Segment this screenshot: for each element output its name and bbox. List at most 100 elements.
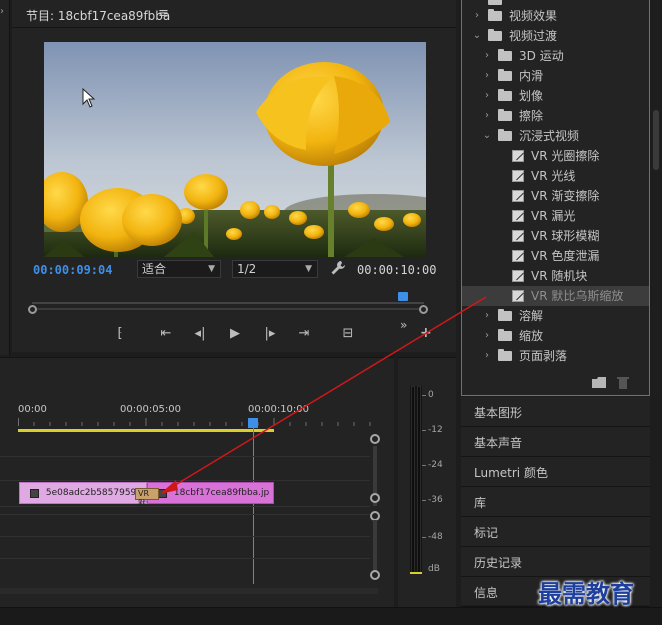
go-to-in-icon[interactable]: ⇤ [155, 325, 177, 343]
effects-folder-3d-motion[interactable]: › 3D 运动 [462, 46, 649, 66]
double-chevron-icon[interactable]: » [400, 318, 407, 332]
effects-item-label: VR 随机块 [531, 269, 588, 283]
transition-badge[interactable]: VR 默 [135, 488, 159, 508]
folder-icon [498, 69, 512, 81]
left-panel-edge: › [0, 0, 10, 355]
playhead-marker[interactable] [398, 292, 408, 301]
chevron-down-icon[interactable]: ⌄ [472, 26, 482, 46]
tulip-image [44, 42, 426, 257]
monitor-zoom-bar[interactable] [28, 305, 428, 314]
effects-folder-iris[interactable]: › 划像 [462, 86, 649, 106]
chevron-right-icon[interactable]: › [472, 6, 482, 26]
work-area-bar[interactable] [18, 429, 274, 432]
audio-meter-panel: 0 -12 -24 -36 -48 dB [398, 357, 456, 607]
folder-icon [498, 49, 512, 61]
effect-item-selected[interactable]: VR 默比乌斯缩放 [462, 286, 649, 306]
transition-icon [512, 210, 524, 222]
panel-essential-sound[interactable]: 基本声音 [461, 427, 650, 457]
effects-panel: › 视频效果 ⌄ 视频过渡 › 3D 运动 › 内滑 › 划像 › 擦除 ⌄ 沉… [461, 0, 650, 396]
effects-panel-footer [462, 372, 649, 394]
track-divider [0, 536, 370, 537]
panel-history[interactable]: 历史记录 [461, 547, 650, 577]
monitor-title[interactable]: 节目: 18cbf17cea89fbba [26, 7, 170, 24]
meter-channel-left [411, 386, 415, 574]
transport-controls: ⁅ ⇤ ◂| ▶ |▸ ⇥ ⊟ [12, 323, 456, 345]
track-scroll-handle[interactable] [370, 493, 380, 503]
chevron-right-icon[interactable]: › [482, 46, 492, 66]
go-to-out-icon[interactable]: ⇥ [293, 325, 315, 343]
panel-label: 基本声音 [474, 436, 523, 450]
resolution-select-value: 1/2 [237, 262, 257, 276]
effects-panel-scrollbar[interactable] [652, 0, 660, 396]
effects-item-label: 缩放 [519, 329, 544, 343]
zoom-track[interactable] [34, 308, 422, 310]
effects-folder-page-peel[interactable]: › 页面剥落 [462, 346, 649, 366]
db-tick [422, 465, 426, 466]
track-scroll-handle[interactable] [370, 434, 380, 444]
effect-item[interactable]: VR 光圈擦除 [462, 146, 649, 166]
video-preview[interactable] [44, 42, 426, 257]
transition-icon [512, 250, 524, 262]
effects-folder-dissolve[interactable]: › 溶解 [462, 306, 649, 326]
chevron-right-icon[interactable]: › [482, 86, 492, 106]
trash-icon[interactable] [617, 376, 629, 389]
ruler-label: 00:00 [18, 404, 47, 415]
wrench-icon[interactable] [330, 260, 346, 276]
meter-peak-right [416, 572, 422, 574]
chevron-right-icon[interactable]: › [482, 106, 492, 126]
panel-lumetri-color[interactable]: Lumetri 颜色 [461, 457, 650, 487]
effects-folder-video-effects[interactable]: › 视频效果 [462, 6, 649, 26]
audio-tracks-scrollbar[interactable] [373, 520, 377, 572]
effect-item[interactable]: VR 球形模糊 [462, 226, 649, 246]
panel-markers[interactable]: 标记 [461, 517, 650, 547]
current-timecode[interactable]: 00:00:09:04 [33, 263, 112, 277]
chevron-right-icon[interactable]: › [482, 306, 492, 326]
chevron-right-icon[interactable]: › [0, 6, 4, 17]
chevron-right-icon[interactable]: › [482, 326, 492, 346]
panel-libraries[interactable]: 库 [461, 487, 650, 517]
transition-icon [512, 190, 524, 202]
effects-folder-slide[interactable]: › 内滑 [462, 66, 649, 86]
effects-folder-wipe[interactable]: › 擦除 [462, 106, 649, 126]
hamburger-icon[interactable]: ≡ [158, 6, 169, 21]
effect-item[interactable]: VR 色度泄漏 [462, 246, 649, 266]
step-back-icon[interactable]: ◂| [189, 325, 211, 343]
panel-essential-graphics[interactable]: 基本图形 [461, 397, 650, 427]
effect-item[interactable]: VR 漏光 [462, 206, 649, 226]
plus-icon[interactable]: + [420, 325, 432, 341]
mark-in-icon[interactable]: ⁅ [109, 325, 131, 343]
effects-item-label: VR 球形模糊 [531, 229, 600, 243]
effect-item[interactable]: VR 随机块 [462, 266, 649, 286]
video-clip[interactable]: 18cbf17cea89fbba.jp [147, 482, 274, 504]
export-frame-icon[interactable]: ⊟ [337, 325, 359, 343]
scrubber-track[interactable] [32, 302, 424, 304]
scrollbar-thumb[interactable] [653, 110, 659, 170]
folder-icon [498, 329, 512, 341]
effects-folder-immersive-video[interactable]: ⌄ 沉浸式视频 [462, 126, 649, 146]
ruler-label: 00:00:10:00 [248, 404, 310, 415]
chevron-down-icon[interactable]: ⌄ [482, 126, 492, 146]
resolution-select[interactable]: 1/2 ▼ [232, 260, 318, 278]
chevron-right-icon[interactable]: › [482, 66, 492, 86]
timeline-horizontal-scrollbar[interactable] [0, 588, 378, 594]
track-divider [0, 514, 370, 515]
video-clip[interactable]: 5e08adc2b5857959 [19, 482, 147, 504]
new-folder-icon[interactable] [592, 377, 606, 388]
db-tick [422, 537, 426, 538]
zoom-handle-left[interactable] [28, 305, 37, 314]
effects-item-label: 页面剥落 [519, 349, 568, 363]
step-forward-icon[interactable]: |▸ [259, 325, 281, 343]
effects-folder-video-transitions[interactable]: ⌄ 视频过渡 [462, 26, 649, 46]
track-divider [0, 456, 370, 457]
chevron-right-icon[interactable]: › [482, 346, 492, 366]
monitor-scrubber[interactable] [28, 292, 426, 304]
play-icon[interactable]: ▶ [224, 325, 246, 343]
zoom-handle-right[interactable] [419, 305, 428, 314]
fit-select[interactable]: 适合 ▼ [137, 260, 221, 278]
effect-item[interactable]: VR 光线 [462, 166, 649, 186]
track-scroll-handle[interactable] [370, 570, 380, 580]
time-ruler[interactable] [18, 418, 378, 426]
effect-item[interactable]: VR 渐变擦除 [462, 186, 649, 206]
effects-folder-zoom[interactable]: › 缩放 [462, 326, 649, 346]
folder-icon [488, 9, 502, 21]
